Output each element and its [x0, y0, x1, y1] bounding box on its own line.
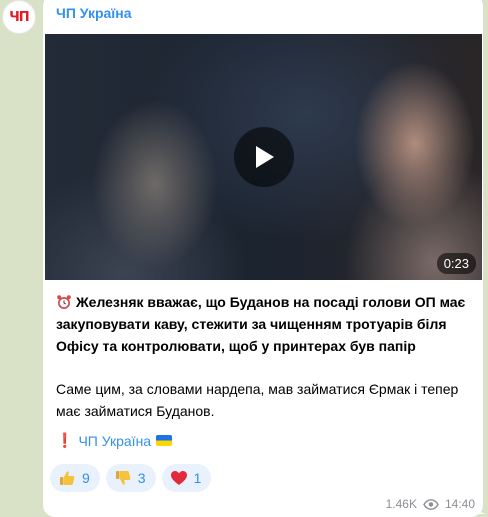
play-icon [256, 146, 274, 168]
video-duration: 0:23 [436, 253, 476, 274]
reaction-red-heart[interactable]: 1 [161, 464, 212, 492]
alarm-clock-icon [57, 295, 71, 309]
signature-link[interactable]: ЧП Україна [78, 433, 151, 449]
thumbs-down-icon [115, 471, 131, 485]
channel-avatar[interactable]: ЧП [2, 0, 36, 34]
thumbs-up-icon [60, 471, 75, 485]
reaction-count: 9 [82, 470, 90, 486]
bubble-tail [476, 505, 488, 514]
post-paragraph-2: Саме цим, за словами нардепа, мав займат… [56, 381, 459, 419]
post-paragraph-1-text: Железняк вважає, що Буданов на посаді го… [56, 294, 466, 354]
message-bubble: ЧП Україна 0:23 Железняк вважає, що Буда… [43, 0, 483, 517]
reaction-thumbs-up[interactable]: 9 [50, 464, 100, 492]
exclamation-icon: ❗ [56, 432, 74, 448]
reactions-bar: 9 3 1 [50, 464, 212, 492]
reaction-count: 3 [137, 470, 146, 486]
avatar-logo: ЧП [9, 9, 29, 25]
channel-signature[interactable]: ❗ ЧП Україна [56, 432, 173, 449]
eye-icon [423, 498, 439, 510]
reaction-thumbs-down[interactable]: 3 [105, 464, 156, 492]
message-meta: 1.46K 14:40 [386, 497, 475, 511]
channel-name[interactable]: ЧП Україна [56, 5, 132, 21]
video-preview[interactable]: 0:23 [45, 34, 482, 280]
post-paragraph-1: Железняк вважає, що Буданов на посаді го… [56, 291, 471, 357]
view-count: 1.46K [385, 497, 417, 511]
message-time: 14:40 [444, 497, 475, 511]
reaction-count: 1 [193, 470, 202, 486]
red-heart-icon [170, 471, 187, 485]
play-button[interactable] [234, 127, 294, 187]
post-text: Железняк вважає, що Буданов на посаді го… [56, 291, 471, 422]
ukraine-flag-icon [156, 435, 173, 446]
